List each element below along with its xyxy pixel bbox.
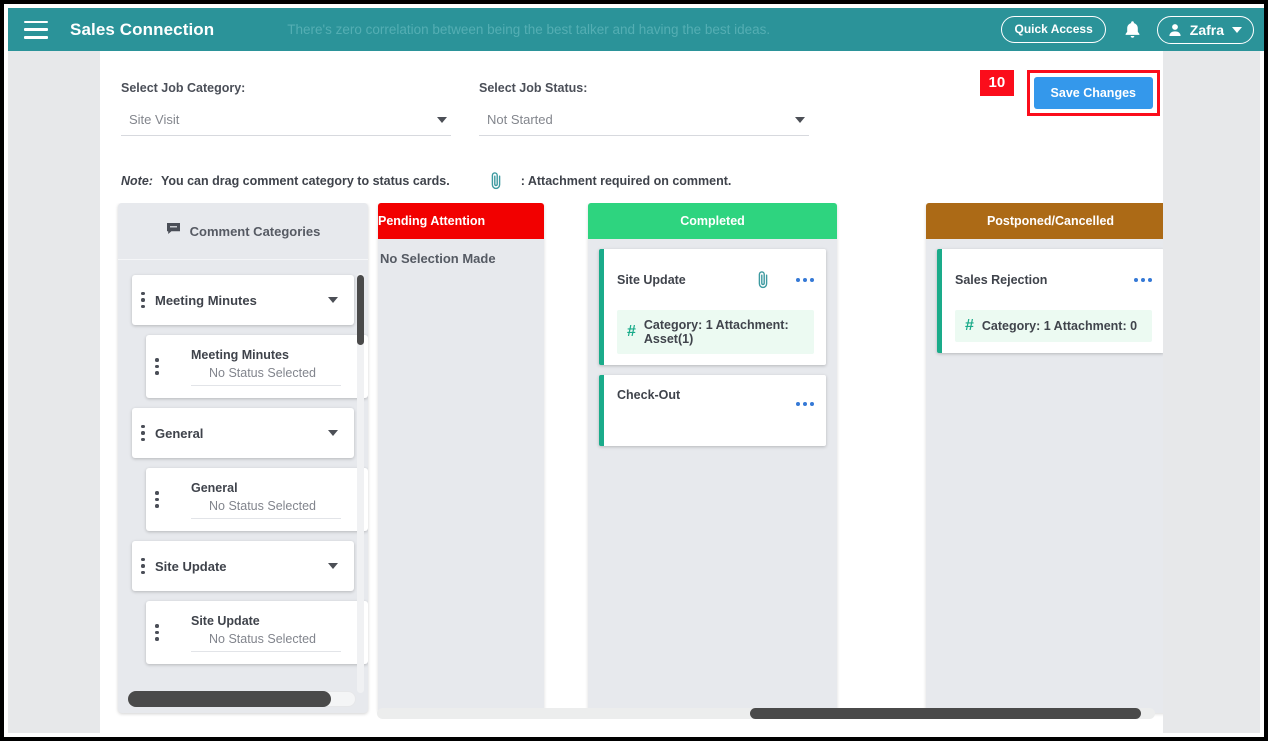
step-badge: 10 (979, 70, 1015, 96)
comment-categories-title: Comment Categories (189, 223, 321, 239)
quick-access-button[interactable]: Quick Access (1001, 16, 1106, 43)
status-column-title: Postponed/Cancelled (926, 203, 1163, 239)
paperclip-icon[interactable] (757, 270, 770, 290)
job-card[interactable]: Site Update # Category: 1 Attachment: As… (599, 249, 826, 365)
hash-icon: # (627, 323, 636, 340)
job-card[interactable]: Sales Rejection # Category: 1 Attachment… (937, 249, 1163, 353)
paperclip-icon (490, 171, 503, 191)
job-card-meta: # Category: 1 Attachment: Asset(1) (617, 310, 814, 354)
categories-vertical-scrollbar-thumb[interactable] (357, 275, 364, 345)
chevron-down-icon (1232, 26, 1242, 33)
app-header: Sales Connection There's zero correlatio… (8, 8, 1264, 51)
job-card-title: Check-Out (617, 388, 681, 402)
note-row: Note: You can drag comment category to s… (121, 171, 731, 191)
note-prefix: Note: (121, 174, 153, 188)
more-options-icon[interactable] (796, 402, 814, 406)
category-sub-title: General (191, 480, 238, 495)
attachment-note-text: : Attachment required on comment. (520, 174, 732, 188)
job-status-label: Select Job Status: (479, 81, 588, 95)
save-changes-button[interactable]: Save Changes (1033, 77, 1153, 109)
comment-bubble-icon (166, 222, 181, 240)
hash-icon: # (965, 317, 974, 334)
status-column-body: No Selection Made (378, 239, 544, 266)
status-column-body: Sales Rejection # Category: 1 Attachment… (926, 239, 1163, 353)
save-highlight-box: Save Changes (1026, 70, 1160, 116)
job-card[interactable]: Check-Out (599, 375, 826, 446)
notification-bell-icon[interactable] (1124, 20, 1141, 39)
chevron-down-icon[interactable] (328, 430, 338, 436)
category-card[interactable]: Site Update (132, 541, 354, 591)
category-sub-status: No Status Selected (191, 632, 341, 652)
category-name: Site Update (155, 558, 227, 574)
category-sub-status: No Status Selected (191, 366, 341, 386)
note-text: You can drag comment category to status … (160, 174, 450, 188)
job-category-field: Select Job Category: Site Visit (121, 81, 451, 136)
status-column-body: Site Update # Category: 1 Attachment: As… (588, 239, 837, 446)
drag-handle-icon[interactable] (141, 424, 145, 442)
more-options-icon[interactable] (1134, 278, 1152, 282)
left-gutter (8, 51, 100, 733)
app-window: Sales Connection There's zero correlatio… (0, 0, 1268, 741)
board-horizontal-scrollbar-thumb[interactable] (750, 708, 1141, 719)
job-status-field: Select Job Status: Not Started (479, 81, 809, 136)
user-avatar-icon (1169, 23, 1181, 36)
empty-message: No Selection Made (380, 251, 496, 266)
categories-horizontal-scrollbar-thumb[interactable] (128, 691, 331, 707)
page-content: Select Job Category: Site Visit Select J… (100, 51, 1163, 733)
job-card-meta-text: Category: 1 Attachment: 0 (981, 319, 1138, 333)
chevron-down-icon[interactable] (328, 563, 338, 569)
status-column-postponed-cancelled: Postponed/Cancelled Sales Rejection # Ca… (926, 203, 1163, 713)
status-column-title: Completed (588, 203, 837, 239)
comment-categories-list: Meeting Minutes Meeting Minutes No Statu… (118, 261, 368, 713)
save-changes-area: 10 Save Changes (979, 70, 1160, 116)
header-tagline: There's zero correlation between being t… (287, 22, 771, 37)
app-title: Sales Connection (70, 19, 215, 39)
user-menu[interactable]: Zafra (1156, 15, 1254, 44)
status-column-title: Pending Attention (378, 203, 544, 239)
job-card-title: Sales Rejection (955, 273, 1048, 287)
status-column-completed: Completed Site Update # Category: 1 Atta… (588, 203, 837, 713)
chevron-down-icon[interactable] (328, 297, 338, 303)
job-category-select[interactable]: Site Visit (121, 112, 451, 136)
right-gutter (1163, 51, 1260, 733)
drag-handle-icon[interactable] (155, 358, 159, 375)
category-sub-title: Site Update (191, 613, 260, 628)
job-status-select[interactable]: Not Started (479, 112, 809, 136)
job-card-meta: # Category: 1 Attachment: 0 (955, 310, 1152, 342)
category-sub-card[interactable]: Site Update No Status Selected (146, 601, 368, 664)
job-card-meta-text: Category: 1 Attachment: Asset(1) (643, 318, 789, 346)
category-card[interactable]: Meeting Minutes (132, 275, 354, 325)
kanban-board: Comment Categories Meeting Minutes Meeti… (100, 203, 1163, 733)
drag-handle-icon[interactable] (141, 557, 145, 575)
category-card[interactable]: General (132, 408, 354, 458)
category-sub-card[interactable]: General No Status Selected (146, 468, 368, 531)
category-sub-card[interactable]: Meeting Minutes No Status Selected (146, 335, 368, 398)
job-status-value: Not Started (487, 112, 553, 127)
category-name: General (155, 425, 204, 441)
category-sub-status: No Status Selected (191, 499, 341, 519)
hamburger-menu-icon[interactable] (24, 20, 48, 39)
drag-handle-icon[interactable] (155, 624, 159, 641)
status-column-pending-attention: Pending Attention No Selection Made (378, 203, 544, 713)
chevron-down-icon (795, 116, 805, 123)
comment-categories-panel: Comment Categories Meeting Minutes Meeti… (118, 203, 368, 713)
more-options-icon[interactable] (796, 278, 814, 282)
job-card-title: Site Update (617, 273, 686, 287)
drag-handle-icon[interactable] (155, 491, 159, 508)
job-category-label: Select Job Category: (121, 81, 246, 95)
category-sub-title: Meeting Minutes (191, 347, 289, 362)
comment-categories-header: Comment Categories (118, 203, 368, 260)
drag-handle-icon[interactable] (141, 291, 145, 309)
chevron-down-icon (437, 116, 447, 123)
username-label: Zafra (1189, 21, 1224, 38)
job-category-value: Site Visit (129, 112, 180, 127)
category-name: Meeting Minutes (155, 292, 257, 308)
